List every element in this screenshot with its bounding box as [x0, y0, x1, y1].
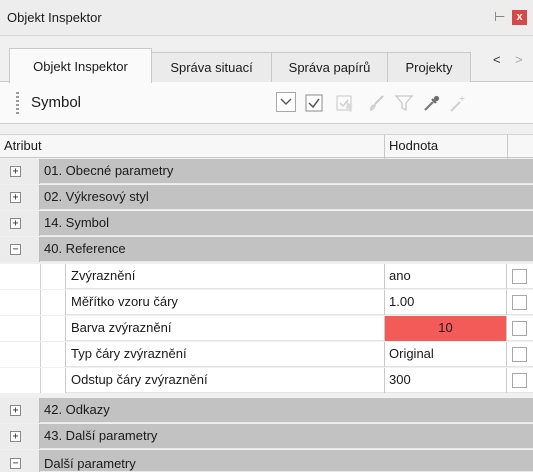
property-value: 1.00 [389, 294, 415, 309]
property-value: 300 [389, 372, 411, 387]
property-label: Typ čáry zvýraznění [71, 346, 187, 361]
expand-icon[interactable]: + [10, 166, 21, 177]
property-row[interactable]: Zvýraznění ano [0, 264, 533, 289]
column-divider[interactable] [384, 135, 385, 159]
symbol-label: Symbol [31, 94, 82, 111]
color-value-cell[interactable]: 10 [384, 316, 507, 341]
tab-scroll-right-button[interactable]: > [515, 52, 523, 67]
tab-bar: Objekt Inspektor Správa situací Správa p… [0, 38, 533, 83]
chevron-down-icon[interactable] [276, 92, 296, 112]
property-value: 10 [438, 320, 453, 335]
group-row[interactable]: + 42. Odkazy [0, 398, 533, 423]
group-label: Další parametry [44, 456, 136, 471]
group-label: 01. Obecné parametry [44, 163, 174, 178]
grid-header: Atribut Hodnota [0, 134, 533, 159]
property-checkbox[interactable] [512, 373, 527, 388]
group-row[interactable]: + 43. Další parametry [0, 424, 533, 449]
property-checkbox[interactable] [512, 295, 527, 310]
expand-icon[interactable]: + [10, 192, 21, 203]
collapse-icon[interactable]: − [10, 244, 21, 255]
group-label: 43. Další parametry [44, 428, 158, 443]
column-divider[interactable] [507, 135, 508, 159]
property-label: Zvýraznění [71, 268, 136, 283]
property-value-cell[interactable]: Original [384, 342, 507, 367]
expand-icon[interactable]: + [10, 405, 21, 416]
column-header-value[interactable]: Hodnota [389, 138, 438, 153]
tab-sprava-papiru[interactable]: Správa papírů [271, 52, 388, 82]
wand-icon[interactable] [447, 92, 469, 114]
symbol-toolbar: Symbol [0, 82, 533, 124]
property-value-cell[interactable]: 1.00 [384, 290, 507, 315]
column-header-attribute[interactable]: Atribut [4, 138, 42, 153]
group-label: 40. Reference [44, 241, 126, 256]
tab-sprava-situaci[interactable]: Správa situací [151, 52, 272, 82]
property-row[interactable]: Měřítko vzoru čáry 1.00 [0, 290, 533, 315]
group-row[interactable]: + 02. Výkresový styl [0, 185, 533, 210]
brush-icon[interactable] [365, 92, 387, 114]
property-row[interactable]: Barva zvýraznění 10 [0, 316, 533, 341]
window-title: Objekt Inspektor [7, 10, 102, 25]
toolbar-grip-icon[interactable] [16, 92, 19, 114]
group-label: 42. Odkazy [44, 402, 110, 417]
property-value-cell[interactable]: ano [384, 264, 507, 289]
property-label: Odstup čáry zvýraznění [71, 372, 208, 387]
close-button[interactable]: x [512, 10, 527, 25]
expand-icon[interactable]: + [10, 218, 21, 229]
property-checkbox[interactable] [512, 347, 527, 362]
pin-icon[interactable]: ⊢ [494, 9, 505, 25]
property-checkbox[interactable] [512, 321, 527, 336]
expand-icon[interactable]: + [10, 431, 21, 442]
group-row[interactable]: − 40. Reference [0, 237, 533, 262]
group-label: 14. Symbol [44, 215, 110, 230]
property-value: Original [389, 346, 434, 361]
checkbox-check-icon[interactable] [303, 92, 325, 114]
property-row[interactable]: Odstup čáry zvýraznění 300 [0, 368, 533, 393]
group-row[interactable]: + 14. Symbol [0, 211, 533, 236]
property-checkbox[interactable] [512, 269, 527, 284]
property-row[interactable]: Typ čáry zvýraznění Original [0, 342, 533, 367]
property-value-cell[interactable]: 300 [384, 368, 507, 393]
filter-icon[interactable] [393, 92, 415, 114]
tab-projekty[interactable]: Projekty [387, 52, 471, 82]
group-row[interactable]: − Další parametry [0, 450, 533, 472]
group-row[interactable]: + 01. Obecné parametry [0, 159, 533, 184]
property-label: Barva zvýraznění [71, 320, 172, 335]
select-disabled-icon[interactable] [334, 92, 356, 114]
collapse-icon[interactable]: − [10, 458, 21, 469]
window-titlebar: Objekt Inspektor ⊢ x [0, 0, 533, 36]
property-value: ano [389, 268, 411, 283]
tab-scroll-left-button[interactable]: < [493, 52, 501, 67]
pipette-icon[interactable] [420, 92, 442, 114]
property-label: Měřítko vzoru čáry [71, 294, 178, 309]
group-label: 02. Výkresový styl [44, 189, 149, 204]
tab-objekt-inspektor[interactable]: Objekt Inspektor [9, 48, 152, 83]
